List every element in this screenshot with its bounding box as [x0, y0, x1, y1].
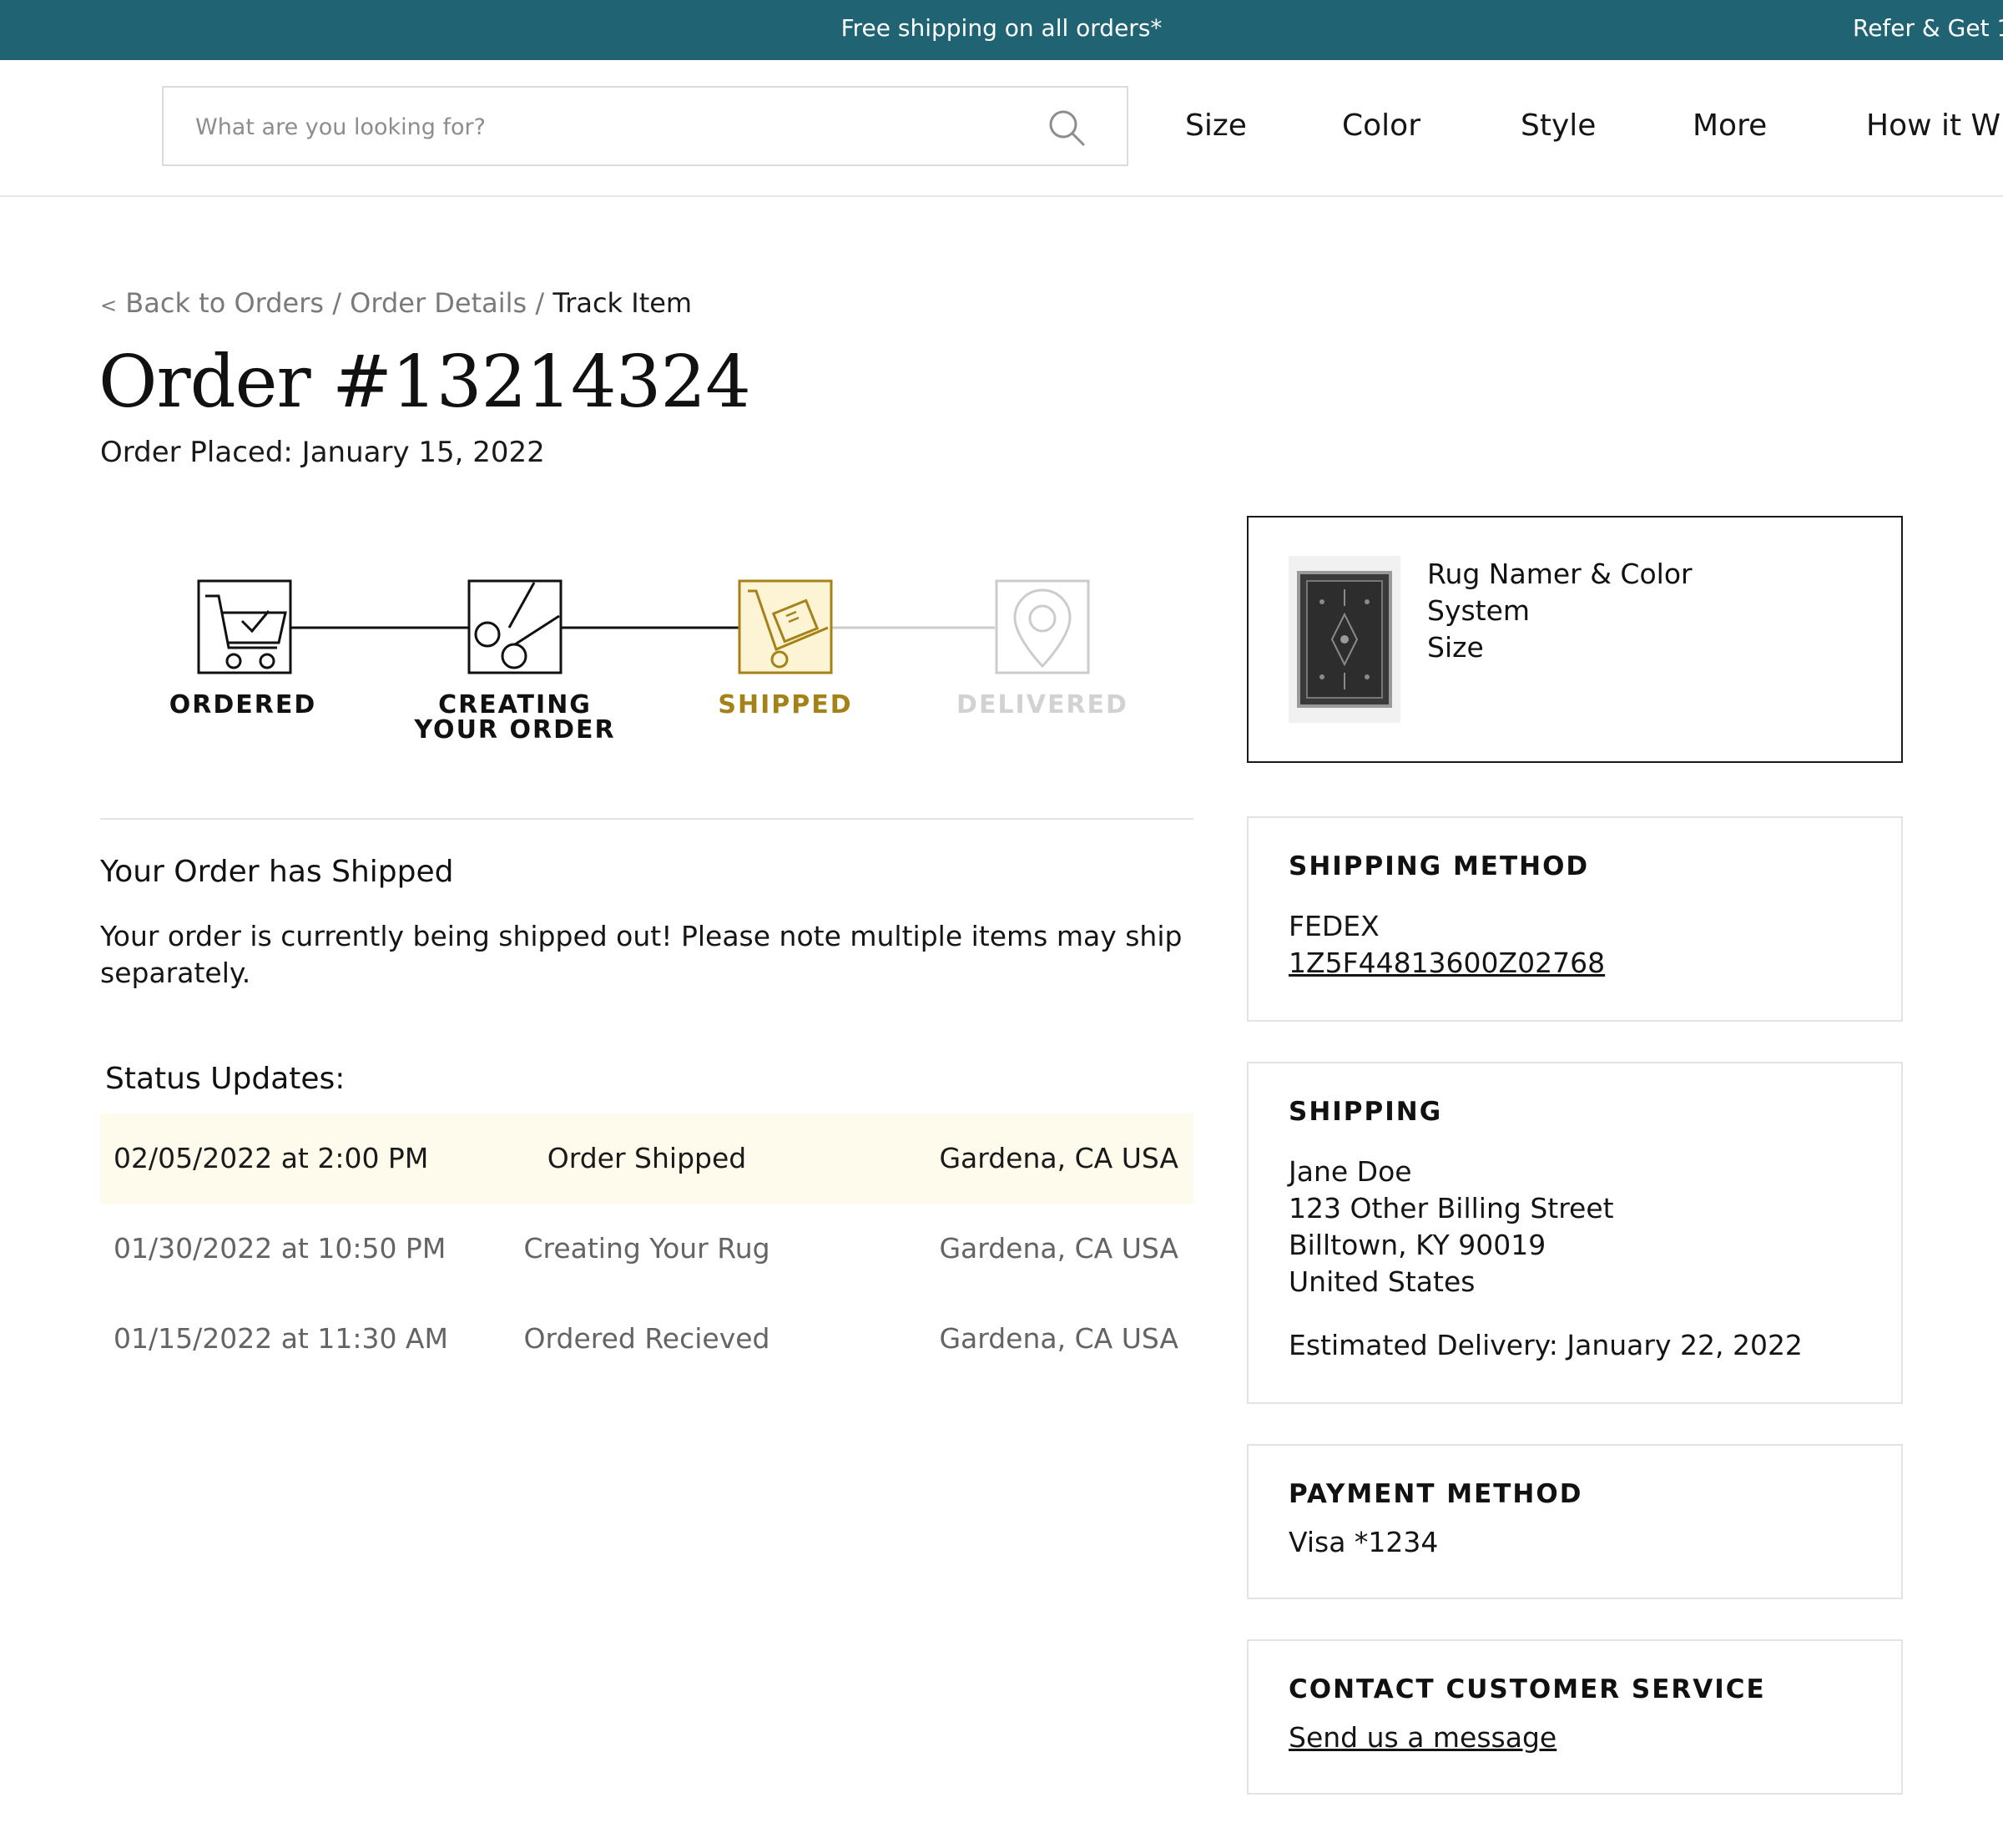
update-datetime: 02/05/2022 at 2:00 PM: [114, 1142, 429, 1174]
product-system: System: [1427, 594, 1531, 627]
step-label-shipped: SHIPPED: [718, 690, 853, 720]
product-card[interactable]: Rug Namer & Color System Size: [1247, 516, 1903, 763]
contact-heading: CONTACT CUSTOMER SERVICE: [1289, 1674, 1766, 1704]
table-row: 01/15/2022 at 11:30 AM Ordered Recieved …: [100, 1294, 1193, 1384]
breadcrumb-current: Track Item: [552, 287, 693, 319]
promo-bar: Free shipping on all orders* Refer & Get…: [0, 0, 2003, 60]
send-message-link[interactable]: Send us a message: [1289, 1721, 1556, 1754]
breadcrumb-separator: /: [535, 287, 545, 319]
shipped-heading: Your Order has Shipped: [100, 855, 454, 889]
shipping-method-heading: SHIPPING METHOD: [1289, 851, 1590, 881]
nav-more[interactable]: More: [1693, 109, 1767, 143]
update-location: Gardena, CA USA: [939, 1142, 1178, 1174]
product-name[interactable]: Rug Namer & Color: [1427, 556, 1693, 593]
hand-truck-icon: [738, 579, 833, 674]
estimated-delivery: Estimated Delivery: January 22, 2022: [1289, 1329, 1803, 1361]
cart-check-icon: [197, 579, 292, 674]
update-status: Creating Your Rug: [523, 1232, 770, 1265]
breadcrumb: < Back to Orders / Order Details / Track…: [100, 287, 692, 319]
location-pin-icon: [995, 579, 1090, 674]
promo-text: Free shipping on all orders*: [840, 14, 1163, 42]
scissors-icon: [467, 579, 563, 674]
update-status: Ordered Recieved: [523, 1322, 770, 1355]
contact-panel: CONTACT CUSTOMER SERVICE Send us a messa…: [1247, 1639, 1903, 1795]
nav-color[interactable]: Color: [1342, 109, 1420, 143]
nav-how-it-works[interactable]: How it W: [1866, 109, 2000, 143]
payment-method-heading: PAYMENT METHOD: [1289, 1479, 1583, 1509]
nav-style[interactable]: Style: [1521, 109, 1596, 143]
update-location: Gardena, CA USA: [939, 1322, 1178, 1355]
step-label-creating: CREATING YOUR ORDER: [414, 690, 616, 745]
order-progress-tracker: ORDERED CREATING YOUR ORDER SHIPPED DELI…: [100, 568, 1193, 768]
search-icon[interactable]: [1047, 108, 1087, 148]
update-location: Gardena, CA USA: [939, 1232, 1178, 1265]
shipping-address-panel: SHIPPING Jane Doe 123 Other Billing Stre…: [1247, 1062, 1903, 1404]
status-updates-title: Status Updates:: [105, 1062, 346, 1096]
status-updates-table: 02/05/2022 at 2:00 PM Order Shipped Gard…: [100, 1113, 1193, 1384]
shipping-method-panel: SHIPPING METHOD FEDEX 1Z5F44813600Z02768: [1247, 816, 1903, 1022]
recipient-name: Jane Doe: [1289, 1155, 1412, 1188]
address-street: 123 Other Billing Street: [1289, 1192, 1614, 1224]
tracking-number-link[interactable]: 1Z5F44813600Z02768: [1289, 947, 1605, 979]
product-thumbnail[interactable]: [1289, 556, 1400, 723]
step-label-delivered: DELIVERED: [956, 690, 1128, 720]
update-status: Order Shipped: [547, 1142, 747, 1174]
section-divider: [100, 818, 1193, 820]
referral-link[interactable]: Refer & Get 15: [1853, 14, 2003, 42]
breadcrumb-back-to-orders[interactable]: Back to Orders: [125, 287, 324, 319]
table-row: 01/30/2022 at 10:50 PM Creating Your Rug…: [100, 1204, 1193, 1294]
search-box: [162, 86, 1128, 166]
nav-size[interactable]: Size: [1185, 109, 1247, 143]
shipping-carrier: FEDEX: [1289, 910, 1380, 942]
product-size: Size: [1427, 631, 1484, 664]
shipped-description: Your order is currently being shipped ou…: [100, 920, 1183, 989]
step-label-ordered: ORDERED: [169, 690, 317, 720]
address-country: United States: [1289, 1265, 1476, 1298]
search-input[interactable]: [194, 109, 1032, 144]
payment-method-value: Visa *1234: [1289, 1526, 1439, 1558]
address-city: Billtown, KY 90019: [1289, 1229, 1546, 1261]
chevron-left-icon: <: [100, 294, 118, 317]
rug-image: [1297, 571, 1392, 708]
breadcrumb-separator: /: [332, 287, 341, 319]
order-placed-date: Order Placed: January 15, 2022: [100, 436, 545, 469]
breadcrumb-order-details[interactable]: Order Details: [350, 287, 527, 319]
update-datetime: 01/15/2022 at 11:30 AM: [114, 1322, 448, 1355]
update-datetime: 01/30/2022 at 10:50 PM: [114, 1232, 447, 1265]
product-details: Rug Namer & Color System Size: [1427, 556, 1693, 666]
table-row: 02/05/2022 at 2:00 PM Order Shipped Gard…: [100, 1113, 1193, 1204]
shipping-heading: SHIPPING: [1289, 1097, 1443, 1127]
top-navigation: Size Color Style More How it W: [0, 60, 2003, 197]
payment-method-panel: PAYMENT METHOD Visa *1234: [1247, 1444, 1903, 1599]
page-title: Order #13214324: [98, 341, 751, 424]
